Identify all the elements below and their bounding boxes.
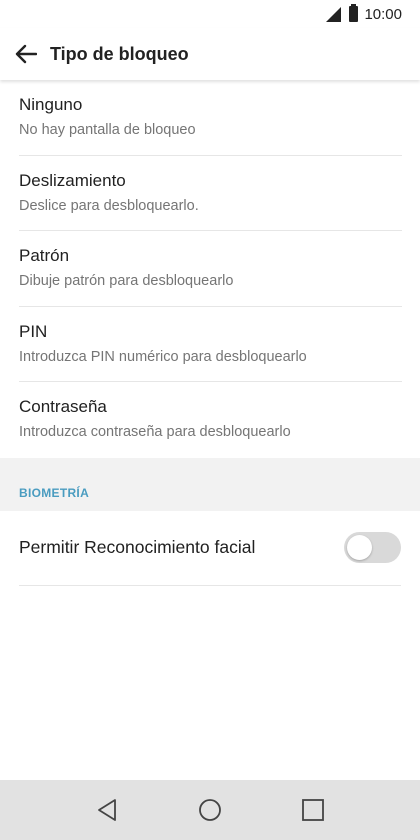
option-pin[interactable]: PIN Introduzca PIN numérico para desbloq… xyxy=(0,307,420,382)
back-button[interactable] xyxy=(0,28,50,80)
signal-icon xyxy=(326,6,342,22)
square-recents-icon xyxy=(302,799,325,821)
section-spacer xyxy=(0,457,420,482)
option-none[interactable]: Ninguno No hay pantalla de bloqueo xyxy=(0,80,420,156)
face-unlock-toggle[interactable] xyxy=(344,532,401,563)
option-subtitle: No hay pantalla de bloqueo xyxy=(19,122,196,138)
option-subtitle: Introduzca contraseña para desbloquearlo xyxy=(19,424,291,440)
status-bar: 10:00 xyxy=(0,0,420,28)
arrow-left-icon xyxy=(15,44,37,64)
face-unlock-row[interactable]: Permitir Reconocimiento facial xyxy=(19,511,401,586)
page-title: Tipo de bloqueo xyxy=(50,43,189,64)
face-unlock-label: Permitir Reconocimiento facial xyxy=(19,537,256,557)
option-title: Ninguno xyxy=(19,95,83,114)
option-title: Patrón xyxy=(19,246,70,265)
navigation-bar xyxy=(0,780,420,840)
option-subtitle: Dibuje patrón para desbloquearlo xyxy=(19,273,234,289)
nav-back-button[interactable] xyxy=(87,790,127,830)
toggle-knob xyxy=(347,535,372,560)
lock-type-list: Ninguno No hay pantalla de bloqueo Desli… xyxy=(0,80,420,586)
option-title: Contraseña xyxy=(19,397,107,416)
option-swipe[interactable]: Deslizamiento Deslice para desbloquearlo… xyxy=(0,156,420,231)
biometrics-section: Permitir Reconocimiento facial xyxy=(0,510,420,586)
triangle-back-icon xyxy=(97,799,116,821)
nav-home-button[interactable] xyxy=(190,790,230,830)
option-title: Deslizamiento xyxy=(19,170,126,190)
option-title: PIN xyxy=(19,321,48,341)
option-subtitle: Deslice para desbloquearlo. xyxy=(19,197,199,214)
circle-home-icon xyxy=(199,799,221,821)
option-password[interactable]: Contraseña Introduzca contraseña para de… xyxy=(0,382,420,458)
app-bar: Tipo de bloqueo xyxy=(0,28,420,80)
section-header-biometrics: BIOMETRÍA xyxy=(0,481,420,511)
option-pattern[interactable]: Patrón Dibuje patrón para desbloquearlo xyxy=(0,231,420,307)
battery-icon xyxy=(349,4,359,22)
status-time: 10:00 xyxy=(364,5,402,23)
option-subtitle: Introduzca PIN numérico para desbloquear… xyxy=(19,348,307,365)
nav-recents-button[interactable] xyxy=(293,790,333,830)
